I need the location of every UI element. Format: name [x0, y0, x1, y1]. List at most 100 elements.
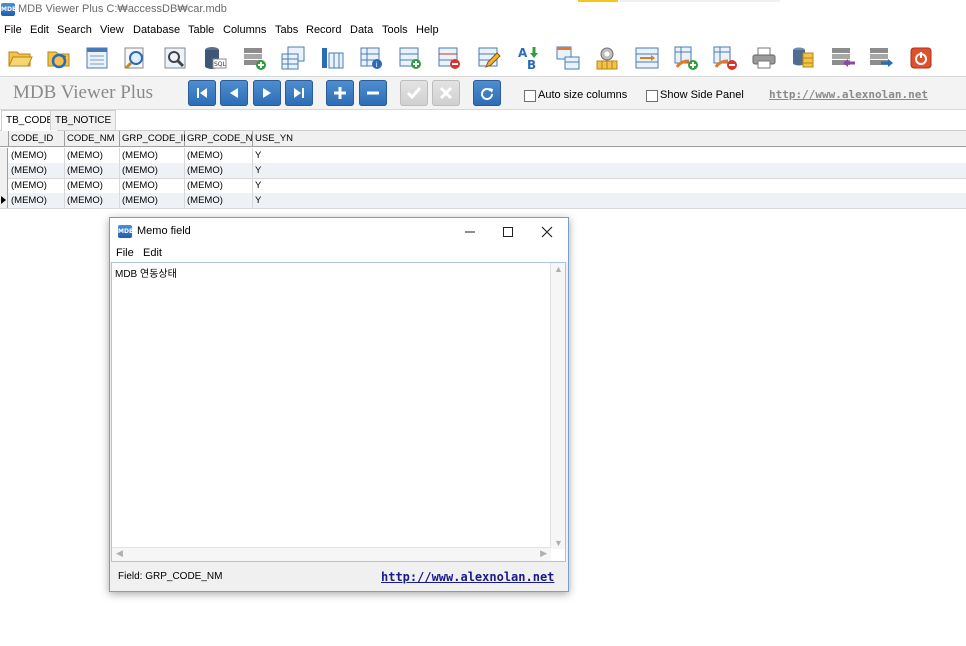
grid-cell[interactable]: Y [253, 178, 966, 193]
row-selector[interactable] [0, 178, 8, 193]
grid-cell[interactable]: (MEMO) [120, 193, 185, 208]
horizontal-scrollbar[interactable]: ◀ ▶ [112, 547, 551, 561]
menu-edit[interactable]: Edit [30, 24, 49, 36]
sql-icon[interactable]: SQL [202, 45, 228, 71]
table-row[interactable]: (MEMO) (MEMO) (MEMO) (MEMO) Y [0, 193, 966, 209]
grid-cell[interactable]: (MEMO) [9, 148, 65, 163]
grid-cell[interactable]: (MEMO) [120, 148, 185, 163]
db-export-icon[interactable] [868, 45, 894, 71]
minimize-icon [465, 231, 475, 233]
auto-size-checkbox[interactable] [524, 90, 536, 102]
grid-cell[interactable]: (MEMO) [65, 193, 120, 208]
menu-file[interactable]: File [4, 24, 22, 36]
website-link[interactable]: http://www.alexnolan.net [769, 88, 928, 101]
column-header[interactable]: USE_YN [253, 131, 966, 147]
post-edit-button[interactable] [400, 80, 428, 106]
memo-text-area[interactable]: MDB 연동상태 ▲ ▼ ◀ ▶ [111, 262, 566, 562]
columns-icon[interactable] [319, 45, 345, 71]
maximize-button[interactable] [493, 222, 523, 242]
exit-icon[interactable] [908, 45, 934, 71]
print-icon[interactable] [751, 45, 777, 71]
scroll-right-icon[interactable]: ▶ [540, 548, 547, 559]
settings-icon[interactable] [594, 45, 620, 71]
scroll-down-icon[interactable]: ▼ [554, 538, 563, 548]
delete-row-icon[interactable] [436, 45, 462, 71]
search-doc-icon[interactable] [122, 45, 148, 71]
prev-record-button[interactable] [220, 80, 248, 106]
next-record-icon [263, 88, 271, 98]
add-record-button[interactable] [326, 80, 354, 106]
row-selector[interactable] [0, 193, 8, 208]
table-row[interactable]: (MEMO) (MEMO) (MEMO) (MEMO) Y [0, 148, 966, 164]
grid-cell[interactable]: Y [253, 148, 966, 163]
next-record-button[interactable] [253, 80, 281, 106]
grid-cell[interactable]: (MEMO) [9, 193, 65, 208]
grid-cell[interactable]: Y [253, 193, 966, 208]
add-row-icon[interactable] [397, 45, 423, 71]
query-icon[interactable] [162, 45, 188, 71]
grid-cell[interactable]: (MEMO) [185, 178, 253, 193]
dialog-website-link[interactable]: http://www.alexnolan.net [381, 570, 554, 584]
row-selector[interactable] [0, 163, 8, 178]
menu-database[interactable]: Database [133, 24, 180, 36]
dialog-menu-file[interactable]: File [116, 247, 134, 259]
grid-cell[interactable]: (MEMO) [185, 163, 253, 178]
reload-icon[interactable] [46, 45, 72, 71]
column-header[interactable]: GRP_CODE_ID [120, 131, 190, 147]
vertical-scrollbar[interactable]: ▲ ▼ [550, 263, 565, 549]
column-header[interactable]: CODE_ID [9, 131, 65, 147]
table-row[interactable]: (MEMO) (MEMO) (MEMO) (MEMO) Y [0, 178, 966, 194]
menu-help[interactable]: Help [416, 24, 439, 36]
menu-search[interactable]: Search [57, 24, 92, 36]
row-selector[interactable] [0, 148, 8, 163]
table-delete-icon[interactable] [712, 45, 738, 71]
menu-tabs[interactable]: Tabs [275, 24, 298, 36]
grid-cell[interactable]: (MEMO) [65, 148, 120, 163]
table-view-icon[interactable] [84, 45, 110, 71]
dialog-title: Memo field [137, 225, 191, 237]
taskbar-highlight [578, 0, 618, 2]
refresh-button[interactable] [473, 80, 501, 106]
menu-data[interactable]: Data [350, 24, 373, 36]
table-info-icon[interactable]: i [358, 45, 384, 71]
tab-tb-notice[interactable]: TB_NOTICE [50, 110, 117, 130]
dialog-menu-edit[interactable]: Edit [143, 247, 162, 259]
first-record-button[interactable] [188, 80, 216, 106]
db-compact-icon[interactable] [790, 45, 816, 71]
tables-icon[interactable] [280, 45, 306, 71]
side-panel-checkbox[interactable] [646, 90, 658, 102]
grid-export-icon[interactable] [555, 45, 581, 71]
edit-icon[interactable] [476, 45, 502, 71]
table-add-icon[interactable] [673, 45, 699, 71]
grid-cell[interactable]: (MEMO) [120, 178, 185, 193]
grid-cell[interactable]: (MEMO) [9, 163, 65, 178]
open-folder-icon[interactable] [7, 45, 33, 71]
merge-icon[interactable] [634, 45, 660, 71]
grid-cell[interactable]: (MEMO) [9, 178, 65, 193]
grid-cell[interactable]: (MEMO) [65, 178, 120, 193]
grid-cell[interactable]: (MEMO) [185, 148, 253, 163]
menu-view[interactable]: View [100, 24, 124, 36]
menu-record[interactable]: Record [306, 24, 341, 36]
grid-cell[interactable]: (MEMO) [185, 193, 253, 208]
menu-table[interactable]: Table [188, 24, 214, 36]
add-table-icon[interactable] [241, 45, 267, 71]
minimize-button[interactable] [455, 222, 485, 242]
scroll-up-icon[interactable]: ▲ [554, 264, 563, 274]
table-row[interactable]: (MEMO) (MEMO) (MEMO) (MEMO) Y [0, 163, 966, 179]
delete-record-button[interactable] [359, 80, 387, 106]
menu-columns[interactable]: Columns [223, 24, 266, 36]
column-header[interactable]: GRP_CODE_NM [185, 131, 260, 147]
scroll-left-icon[interactable]: ◀ [116, 548, 123, 559]
sort-ab-icon[interactable]: AB [516, 45, 542, 71]
grid-cell[interactable]: (MEMO) [120, 163, 185, 178]
cancel-edit-button[interactable] [432, 80, 460, 106]
column-header[interactable]: CODE_NM [65, 131, 120, 147]
dialog-title-bar[interactable]: MDB Memo field [110, 218, 568, 246]
grid-cell[interactable]: (MEMO) [65, 163, 120, 178]
menu-tools[interactable]: Tools [382, 24, 408, 36]
db-import-icon[interactable] [830, 45, 856, 71]
grid-cell[interactable]: Y [253, 163, 966, 178]
last-record-button[interactable] [285, 80, 313, 106]
close-button[interactable] [532, 222, 562, 242]
